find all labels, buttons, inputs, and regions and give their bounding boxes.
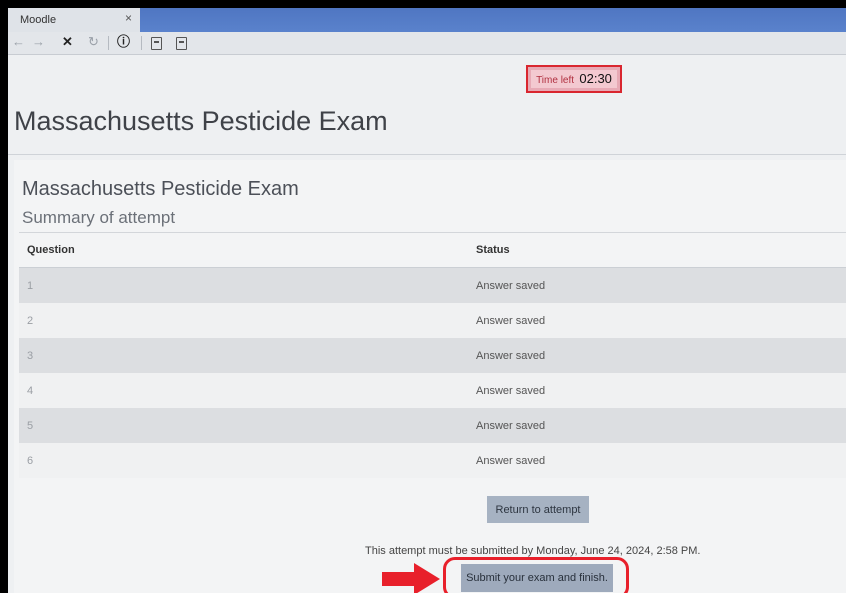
table-row[interactable]: 5 Answer saved (19, 408, 846, 443)
table-row[interactable]: 1 Answer saved (19, 267, 846, 303)
page-icon[interactable] (151, 37, 162, 50)
column-header-question: Question (19, 232, 476, 268)
screen: Moodle × ← → ✕ ↻ ⓘ Time left 02:30 Massa… (8, 8, 846, 593)
header-divider (8, 154, 846, 155)
summary-heading: Summary of attempt (22, 208, 176, 227)
stop-icon[interactable]: ✕ (62, 35, 73, 49)
table-row[interactable]: 4 Answer saved (19, 373, 846, 408)
calculator-icon[interactable] (176, 37, 187, 50)
timer-value: 02:30 (579, 71, 612, 86)
table-header-row: Question Status (19, 232, 846, 268)
back-icon[interactable]: ← (12, 35, 25, 49)
submission-deadline: This attempt must be submitted by Monday… (365, 545, 701, 557)
question-number[interactable]: 1 (19, 267, 476, 303)
browser-titlebar: Moodle × (8, 8, 846, 32)
question-number[interactable]: 2 (19, 303, 476, 338)
column-header-status: Status (476, 232, 846, 268)
arrow-shape (382, 563, 440, 593)
question-status: Answer saved (476, 373, 846, 408)
submit-exam-button[interactable]: Submit your exam and finish. (461, 564, 613, 592)
table-row[interactable]: 2 Answer saved (19, 303, 846, 338)
time-left-timer: Time left 02:30 (526, 65, 622, 93)
nav-separator (141, 36, 142, 50)
question-status: Answer saved (476, 408, 846, 443)
nav-separator (108, 36, 109, 50)
question-number[interactable]: 4 (19, 373, 476, 408)
return-to-attempt-button[interactable]: Return to attempt (487, 496, 589, 523)
table-row[interactable]: 6 Answer saved (19, 443, 846, 478)
browser-navbar: ← → ✕ ↻ ⓘ (8, 32, 846, 55)
tab-close-icon[interactable]: × (125, 11, 132, 25)
question-number[interactable]: 3 (19, 338, 476, 373)
refresh-icon[interactable]: ↻ (88, 35, 99, 49)
browser-tab[interactable]: Moodle × (8, 8, 140, 32)
question-status: Answer saved (476, 267, 846, 303)
info-icon[interactable]: ⓘ (117, 35, 130, 49)
exam-name: Massachusetts Pesticide Exam (22, 178, 299, 200)
forward-icon[interactable]: → (32, 35, 45, 49)
table-row[interactable]: 3 Answer saved (19, 338, 846, 373)
question-status: Answer saved (476, 443, 846, 478)
question-number[interactable]: 6 (19, 443, 476, 478)
tab-title: Moodle (20, 14, 57, 26)
timer-label: Time left (536, 75, 575, 86)
question-number[interactable]: 5 (19, 408, 476, 443)
summary-table: Question Status 1 Answer saved 2 Answer … (19, 232, 846, 478)
page-title: Massachusetts Pesticide Exam (14, 106, 388, 136)
question-status: Answer saved (476, 303, 846, 338)
summary-card: Massachusetts Pesticide Exam Summary of … (14, 160, 846, 593)
question-status: Answer saved (476, 338, 846, 373)
right-arrow-icon (382, 563, 440, 593)
